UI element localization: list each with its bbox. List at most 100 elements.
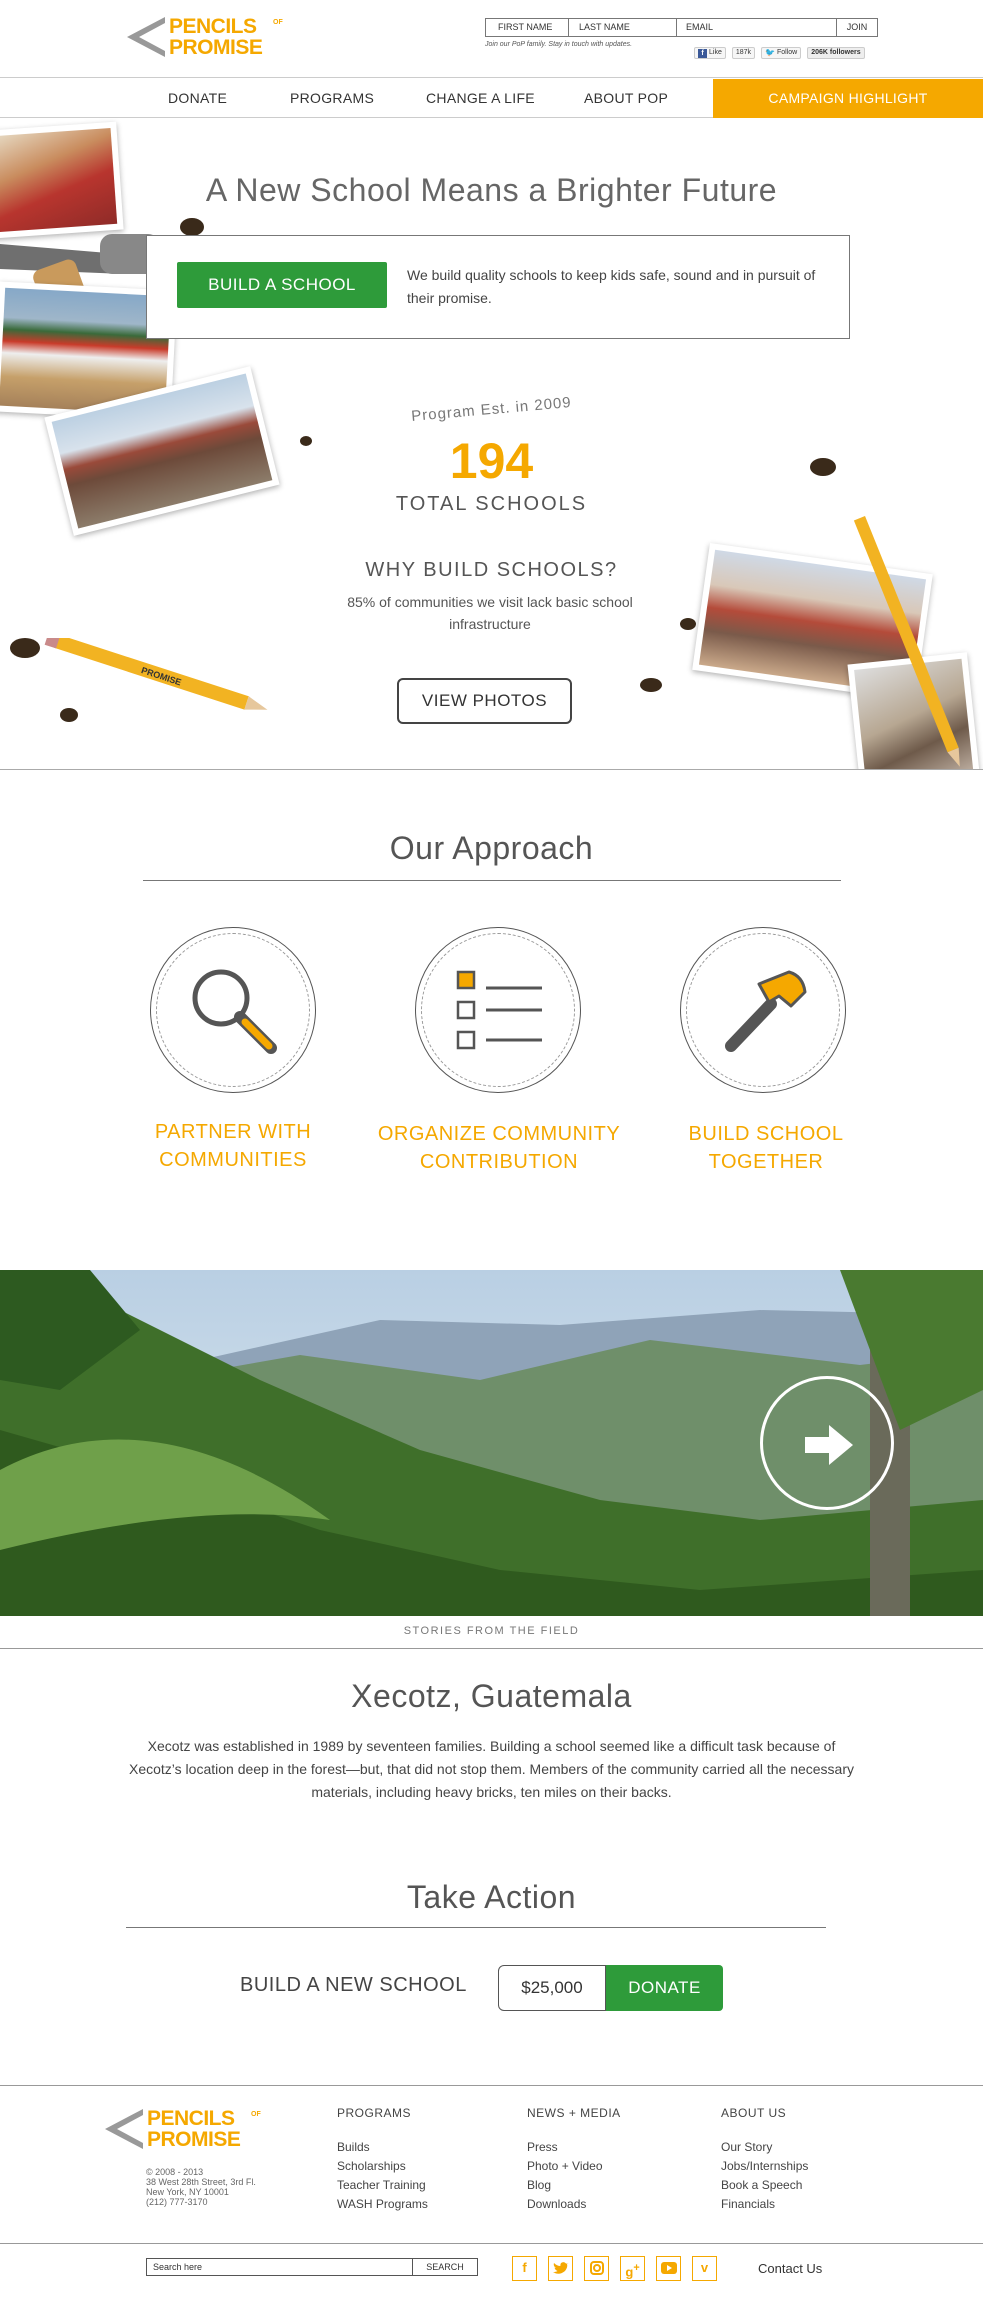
organize-step-line2: CONTRIBUTION xyxy=(419,1151,579,1173)
newsletter-signup: FIRST NAME LAST NAME EMAIL JOIN xyxy=(485,18,878,37)
footer-logo-text: PENCILS PROMISE xyxy=(147,2107,241,2151)
last-name-field[interactable]: LAST NAME xyxy=(569,19,677,36)
program-established-text: Program Est. in 2009 xyxy=(410,394,573,425)
partner-step-line2: COMMUNITIES xyxy=(159,1149,307,1171)
facebook-like-button[interactable]: f Like xyxy=(694,47,726,59)
twitter-icon: 🐦 xyxy=(765,48,775,57)
story-landscape-image xyxy=(0,1270,983,1616)
build-step-line1: BUILD SCHOOL xyxy=(688,1123,844,1145)
footer-search: Search here SEARCH xyxy=(146,2258,478,2276)
build-new-school-label: BUILD A NEW SCHOOL xyxy=(240,1974,467,1996)
footer-link-builds[interactable]: Builds xyxy=(337,2138,428,2157)
build-a-school-button[interactable]: BUILD A SCHOOL xyxy=(177,262,387,308)
youtube-icon[interactable] xyxy=(656,2256,681,2281)
organize-step-label: ORGANIZE COMMUNITY CONTRIBUTION xyxy=(377,1120,621,1176)
footer-programs-heading: PROGRAMS xyxy=(337,2106,412,2120)
contact-us-link[interactable]: Contact Us xyxy=(758,2261,822,2276)
organize-step-line1: ORGANIZE COMMUNITY xyxy=(377,1123,621,1145)
take-action-divider xyxy=(126,1927,826,1928)
twitter-follow-button[interactable]: 🐦 Follow xyxy=(761,47,802,59)
logo-text: PENCILS PROMISE xyxy=(169,15,263,59)
story-text: Xecotz was established in 1989 by sevent… xyxy=(129,1738,854,1800)
donation-amount-field[interactable]: $25,000 xyxy=(498,1965,606,2011)
footer-link-press[interactable]: Press xyxy=(527,2138,621,2157)
nav-change-a-life[interactable]: CHANGE A LIFE xyxy=(426,79,535,118)
take-action-title: Take Action xyxy=(406,1879,577,1915)
build-step-line2: TOGETHER xyxy=(708,1151,824,1173)
footer-news-column: NEWS + MEDIA Press Photo + Video Blog Do… xyxy=(527,2106,621,2214)
signup-note: Join our PoP family. Stay in touch with … xyxy=(485,41,633,48)
hammer-icon xyxy=(725,970,807,1052)
footer-link-blog[interactable]: Blog xyxy=(527,2176,621,2195)
schools-count: 194 xyxy=(449,433,534,489)
footer-link-wash-programs[interactable]: WASH Programs xyxy=(337,2195,428,2214)
phone-number: (212) 777-3170 xyxy=(146,2197,208,2207)
footer-link-book-speech[interactable]: Book a Speech xyxy=(721,2176,808,2195)
footer-social-links: f g+ v xyxy=(512,2256,717,2281)
like-count: 187k xyxy=(731,47,756,59)
organize-step-circle xyxy=(415,927,581,1093)
join-button[interactable]: JOIN xyxy=(837,19,877,36)
email-field[interactable]: EMAIL xyxy=(677,19,837,36)
facebook-icon[interactable]: f xyxy=(512,2256,537,2281)
footer-divider xyxy=(0,2085,983,2086)
site-logo[interactable]: PENCILS PROMISE OF xyxy=(125,15,290,63)
footer-bottom-divider xyxy=(0,2243,983,2244)
footer-link-financials[interactable]: Financials xyxy=(721,2195,808,2214)
dirt-speck xyxy=(10,638,40,658)
view-photos-button[interactable]: VIEW PHOTOS xyxy=(397,678,572,724)
city-address: New York, NY 10001 xyxy=(146,2187,229,2197)
why-build-title: WHY BUILD SCHOOLS? xyxy=(365,559,618,581)
logo-chevron-icon xyxy=(105,2109,143,2149)
pencil-image: PROMISE xyxy=(44,638,268,710)
first-name-field[interactable]: FIRST NAME xyxy=(486,19,569,36)
hero-title: A New School Means a Brighter Future xyxy=(205,172,778,208)
footer-link-our-story[interactable]: Our Story xyxy=(721,2138,808,2157)
facebook-icon: f xyxy=(698,48,707,58)
footer-link-downloads[interactable]: Downloads xyxy=(527,2195,621,2214)
twitter-icon[interactable] xyxy=(548,2256,573,2281)
dirt-speck xyxy=(60,708,78,722)
approach-title: Our Approach xyxy=(389,830,594,866)
footer-link-teacher-training[interactable]: Teacher Training xyxy=(337,2176,428,2195)
approach-divider xyxy=(143,880,841,881)
header-social-buttons: f Like 187k 🐦 Follow 206K followers xyxy=(694,47,865,59)
partner-step-circle xyxy=(150,927,316,1093)
footer-address: © 2008 - 2013 38 West 28th Street, 3rd F… xyxy=(146,2167,256,2207)
footer-logo[interactable]: PENCILS PROMISE OF xyxy=(103,2107,268,2155)
footer-link-scholarships[interactable]: Scholarships xyxy=(337,2157,428,2176)
story-next-button[interactable] xyxy=(760,1376,894,1510)
like-label: Like xyxy=(709,49,722,56)
google-plus-icon[interactable]: g+ xyxy=(620,2256,645,2281)
search-input[interactable]: Search here xyxy=(147,2259,413,2275)
nav-donate[interactable]: DONATE xyxy=(168,79,227,118)
vimeo-icon[interactable]: v xyxy=(692,2256,717,2281)
story-divider xyxy=(0,1648,983,1649)
search-button[interactable]: SEARCH xyxy=(413,2259,477,2275)
nav-campaign-highlight[interactable]: CAMPAIGN HIGHLIGHT xyxy=(713,79,983,118)
street-address: 38 West 28th Street, 3rd Fl. xyxy=(146,2177,256,2187)
hero-section: PROMISE A New School Means a Brighter Fu… xyxy=(0,118,983,770)
footer-link-photo-video[interactable]: Photo + Video xyxy=(527,2157,621,2176)
hero-callout: BUILD A SCHOOL We build quality schools … xyxy=(146,235,850,339)
nav-programs[interactable]: PROGRAMS xyxy=(290,79,374,118)
story-title: Xecotz, Guatemala xyxy=(351,1678,632,1714)
nav-about-pop[interactable]: ABOUT POP xyxy=(584,79,668,118)
build-step-circle xyxy=(680,927,846,1093)
partner-step-line1: PARTNER WITH xyxy=(154,1121,312,1143)
pencil-image-right xyxy=(853,515,960,767)
footer-programs-column: PROGRAMS Builds Scholarships Teacher Tra… xyxy=(337,2106,428,2214)
main-nav: DONATE PROGRAMS CHANGE A LIFE ABOUT POP … xyxy=(0,79,983,118)
schools-count-label: TOTAL SCHOOLS xyxy=(395,493,588,515)
footer-about-column: ABOUT US Our Story Jobs/Internships Book… xyxy=(721,2106,808,2214)
donate-button[interactable]: DONATE xyxy=(606,1965,723,2011)
magnifier-icon xyxy=(192,969,277,1054)
arrow-right-icon xyxy=(805,1425,853,1465)
footer-about-heading: ABOUT US xyxy=(721,2106,787,2120)
instagram-icon[interactable] xyxy=(584,2256,609,2281)
logo-of: OF xyxy=(273,19,283,26)
footer-news-heading: NEWS + MEDIA xyxy=(527,2106,621,2120)
footer-link-jobs[interactable]: Jobs/Internships xyxy=(721,2157,808,2176)
partner-step-label: PARTNER WITH COMMUNITIES xyxy=(113,1118,353,1174)
footer-logo-of: OF xyxy=(251,2111,261,2118)
